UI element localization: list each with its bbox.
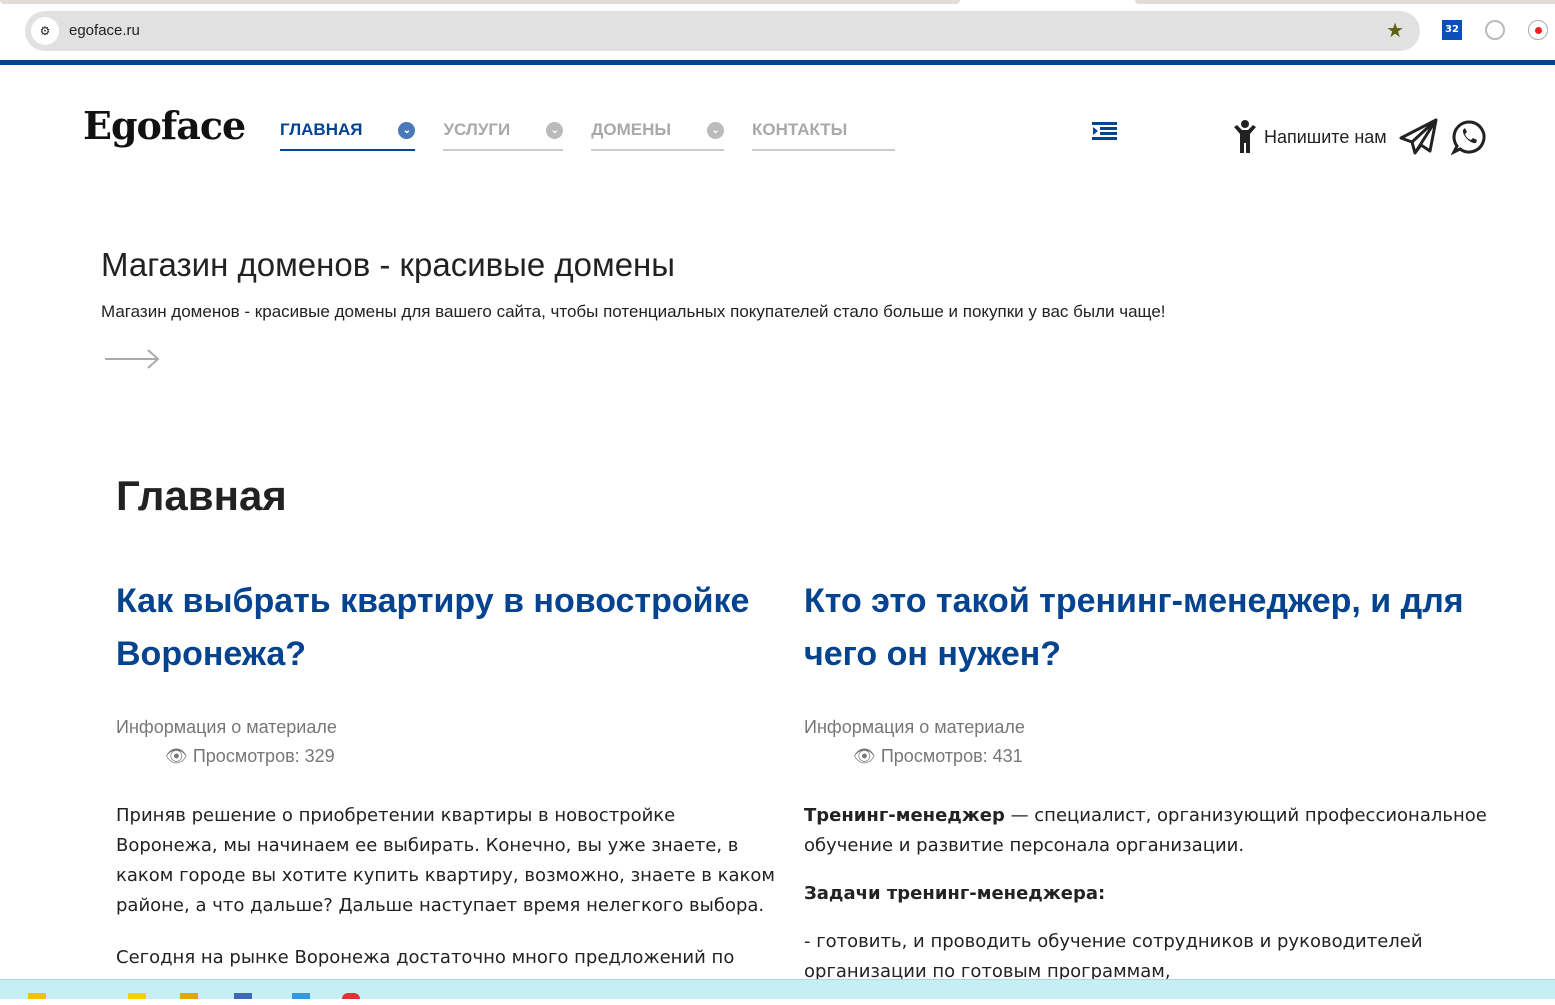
article-info-label: Информация о материале — [116, 717, 337, 737]
eye-icon: 👁 — [165, 746, 188, 766]
views-text: Просмотров: 329 — [192, 746, 335, 766]
chevron-down-icon[interactable]: ⌄ — [546, 121, 564, 139]
browser-tab[interactable] — [0, 0, 960, 4]
taskbar-app-icon[interactable] — [234, 993, 252, 999]
taskbar-app-icon[interactable] — [292, 993, 310, 999]
eye-icon: 👁 — [853, 746, 876, 766]
nav-label: УСЛУГИ — [443, 120, 511, 139]
browser-tab[interactable] — [1135, 0, 1555, 4]
article-card: Как выбрать квартиру в новостройке Ворон… — [116, 575, 781, 991]
hero-subtitle: Магазин доменов - красивые домены для ва… — [101, 302, 1166, 321]
site-info-icon[interactable]: ⚙ — [31, 17, 59, 45]
extension-icon[interactable]: 32 — [1442, 20, 1462, 40]
nav-item-services[interactable]: УСЛУГИ ⌄ — [443, 120, 564, 151]
person-icon — [1234, 120, 1256, 153]
site-logo[interactable]: Egoface — [83, 103, 246, 148]
header-accent-bar — [0, 60, 1555, 65]
article-subheading: Задачи тренинг-менеджера: — [804, 879, 1494, 909]
views-text: Просмотров: 431 — [880, 746, 1023, 766]
article-info-label: Информация о материале — [804, 717, 1025, 737]
views-count: 👁 Просмотров: 431 — [853, 746, 1469, 767]
chevron-down-icon[interactable]: ⌄ — [398, 121, 416, 139]
chevron-down-icon[interactable]: ⌄ — [707, 121, 725, 139]
page-heading: Главная — [116, 472, 287, 519]
taskbar-app-icon[interactable] — [28, 993, 46, 999]
article-lead: Тренинг-менеджер — специалист, организую… — [804, 801, 1494, 861]
article-paragraph: Сегодня на рынке Воронежа достаточно мно… — [116, 947, 735, 968]
main-nav: ГЛАВНАЯ ⌄ УСЛУГИ ⌄ ДОМЕНЫ ⌄ КОНТАКТЫ — [280, 120, 923, 151]
hero-title: Магазин доменов - красивые домены — [101, 246, 675, 283]
article-card: Кто это такой тренинг-менеджер, и для че… — [804, 575, 1487, 1005]
folder-icon[interactable] — [180, 993, 198, 999]
views-count: 👁 Просмотров: 329 — [165, 746, 781, 767]
nav-item-contacts[interactable]: КОНТАКТЫ — [752, 120, 896, 151]
contact-label[interactable]: Напишите нам — [1264, 127, 1387, 148]
article-title-link[interactable]: Кто это такой тренинг-менеджер, и для че… — [804, 575, 1469, 681]
extension-icon[interactable] — [1485, 20, 1505, 40]
nav-label: КОНТАКТЫ — [752, 120, 848, 139]
nav-item-domains[interactable]: ДОМЕНЫ ⌄ — [591, 120, 725, 151]
article-title-link[interactable]: Как выбрать квартиру в новостройке Ворон… — [116, 575, 781, 681]
url-text[interactable]: egoface.ru — [69, 22, 140, 39]
menu-toggle-icon[interactable] — [1092, 122, 1117, 140]
lead-term: Тренинг-менеджер — [804, 805, 1005, 826]
contact-block: Напишите нам — [1232, 118, 1487, 156]
nav-item-home[interactable]: ГЛАВНАЯ ⌄ — [280, 120, 416, 151]
address-bar[interactable]: ⚙ egoface.ru ★ — [25, 11, 1420, 51]
bookmark-star-icon[interactable]: ★ — [1386, 18, 1404, 42]
article-paragraph: Приняв решение о приобретении квартиры в… — [116, 805, 776, 916]
nav-label: ГЛАВНАЯ — [280, 120, 363, 139]
record-icon[interactable] — [1528, 20, 1548, 40]
nav-label: ДОМЕНЫ — [591, 120, 672, 139]
telegram-icon[interactable] — [1399, 118, 1439, 156]
browser-taskbar-icon[interactable] — [342, 993, 360, 999]
article-paragraph: - готовить, и проводить обучение сотрудн… — [804, 931, 1423, 982]
whatsapp-icon[interactable] — [1450, 119, 1487, 155]
tab-strip — [0, 0, 1555, 5]
taskbar-app-icon[interactable] — [128, 993, 146, 999]
subheading-text: Задачи тренинг-менеджера: — [804, 883, 1106, 904]
arrow-right-icon[interactable] — [104, 348, 160, 370]
